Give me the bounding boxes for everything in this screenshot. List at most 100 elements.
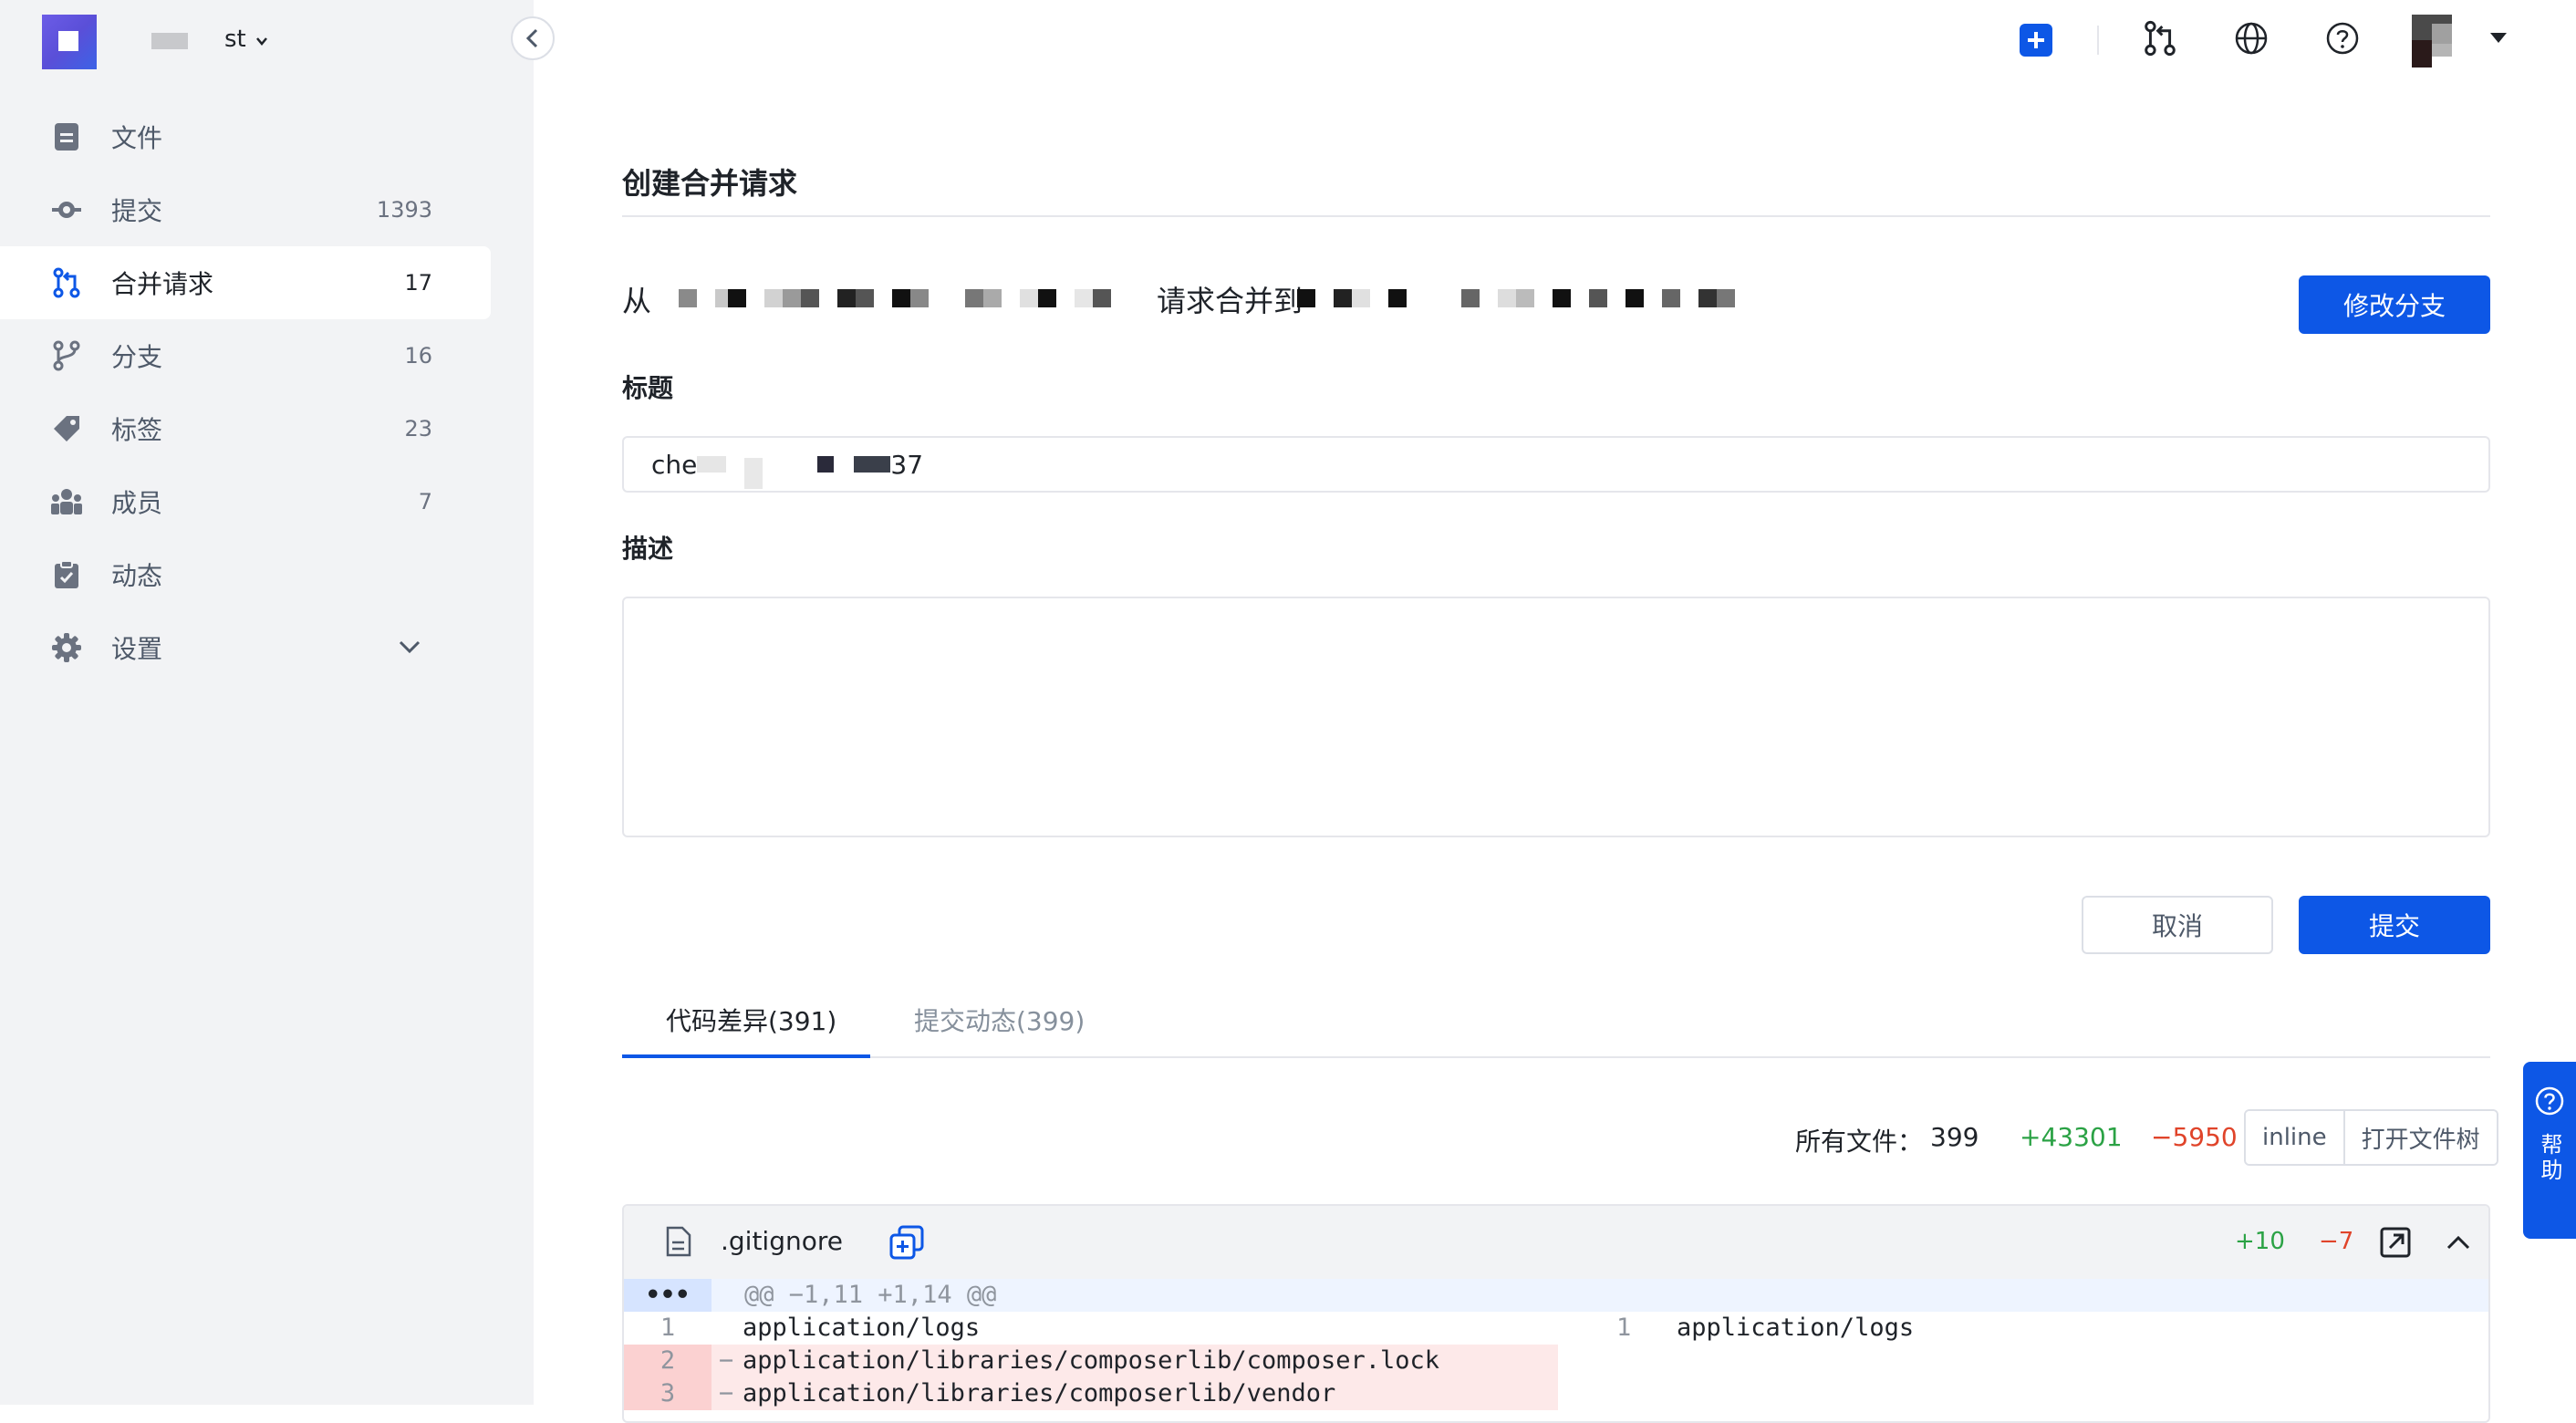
file-icon <box>666 1226 691 1257</box>
chevron-up-icon[interactable] <box>2445 1230 2472 1257</box>
project-switcher[interactable]: st <box>224 26 246 53</box>
diff-code: ••• @@ −1,11 +1,14 @@ 1 application/logs… <box>624 1279 2488 1410</box>
sidebar-item-label: 分支 <box>111 342 163 372</box>
expand-lines-button[interactable]: ••• <box>624 1279 712 1312</box>
help-float-label: 帮助 <box>2537 1133 2562 1184</box>
diff-line: 1 application/logs 1 application/logs <box>624 1312 2488 1345</box>
avatar[interactable] <box>2412 15 2452 68</box>
sidebar-item-count: 7 <box>418 489 432 514</box>
tag-icon <box>51 413 82 444</box>
merge-request-icon <box>51 267 82 298</box>
app-logo[interactable] <box>42 15 97 69</box>
sidebar-item-branches[interactable]: 分支 16 <box>0 319 491 392</box>
sidebar-item-label: 设置 <box>111 634 163 664</box>
sidebar: st 文件 提交 1393 合并请求 17 分支 16 标签 23 成员 7 动… <box>0 0 534 1405</box>
left-line-number: 2 <box>624 1345 712 1377</box>
title-value-suffix: 37 <box>890 449 924 480</box>
inline-view-toggle[interactable]: inline <box>2246 1111 2343 1164</box>
sidebar-item-label: 成员 <box>111 488 163 518</box>
hunk-header: @@ −1,11 +1,14 @@ <box>744 1281 997 1309</box>
left-code-text: application/logs <box>743 1314 981 1342</box>
title-input[interactable]: che 37 <box>622 436 2490 493</box>
caret-down-icon[interactable] <box>2490 33 2507 43</box>
chevron-left-icon <box>525 28 538 48</box>
merge-requests-shortcut[interactable] <box>2142 20 2178 57</box>
sidebar-item-label: 提交 <box>111 196 163 226</box>
view-controls: inline 打开文件树 <box>2244 1109 2498 1166</box>
sidebar-item-count: 17 <box>404 270 432 296</box>
sidebar-nav: 文件 提交 1393 合并请求 17 分支 16 标签 23 成员 7 动态 设… <box>0 100 534 684</box>
file-additions: +10 <box>2235 1228 2285 1255</box>
file-count: 399 <box>1930 1122 1979 1152</box>
total-deletions: −5950 <box>2151 1122 2238 1152</box>
left-code-text: application/libraries/composerlib/vendor <box>743 1379 1336 1407</box>
plus-icon <box>2028 32 2044 48</box>
right-line-number: 1 <box>1616 1314 1632 1342</box>
help-icon <box>2326 22 2359 55</box>
tabs: 代码差异(391) 提交动态(399) <box>622 985 2490 1058</box>
sidebar-item-label: 文件 <box>111 123 163 153</box>
sidebar-item-files[interactable]: 文件 <box>0 100 491 173</box>
help-button[interactable] <box>2324 20 2361 57</box>
right-code-text: application/logs <box>1677 1314 1915 1342</box>
sidebar-item-merge-requests[interactable]: 合并请求 17 <box>0 246 491 319</box>
create-new-button[interactable] <box>2020 24 2052 57</box>
left-code-text: application/libraries/composerlib/compos… <box>743 1346 1440 1375</box>
sidebar-item-count: 23 <box>404 416 432 441</box>
source-branch-name <box>679 289 1111 307</box>
tab-code-diff[interactable]: 代码差异(391) <box>666 1002 836 1038</box>
to-label: 请求合并到 <box>1157 284 1304 318</box>
members-icon <box>51 486 82 517</box>
page-title: 创建合并请求 <box>622 166 798 201</box>
merge-request-icon <box>2145 20 2176 57</box>
copy-icon[interactable] <box>888 1224 925 1261</box>
diff-file-panel: .gitignore +10 −7 ••• @@ −1,11 +1,14 @@ … <box>622 1204 2490 1423</box>
chevron-down-icon[interactable] <box>255 35 268 47</box>
all-files-label: 所有文件： <box>1795 1127 1924 1157</box>
submit-button[interactable]: 提交 <box>2299 896 2490 954</box>
description-label: 描述 <box>622 534 674 564</box>
language-button[interactable] <box>2233 20 2270 57</box>
tab-commit-activity[interactable]: 提交动态(399) <box>914 1002 1085 1038</box>
help-float-button[interactable]: 帮助 <box>2523 1062 2576 1239</box>
globe-icon <box>2235 22 2268 55</box>
total-additions: +43301 <box>2020 1122 2123 1152</box>
cancel-button[interactable]: 取消 <box>2082 896 2273 954</box>
sidebar-item-label: 动态 <box>111 561 163 591</box>
sidebar-item-label: 合并请求 <box>111 269 214 299</box>
sidebar-item-label: 标签 <box>111 415 163 445</box>
activity-icon <box>51 559 82 590</box>
diff-line-deleted: 3 − application/libraries/composerlib/ve… <box>624 1377 2488 1410</box>
topbar-divider <box>2097 26 2099 55</box>
collapse-sidebar-button[interactable] <box>511 16 555 60</box>
expand-icon[interactable] <box>2379 1226 2412 1259</box>
sidebar-item-commits[interactable]: 提交 1393 <box>0 173 491 246</box>
active-tab-indicator <box>622 1054 870 1058</box>
target-branch-name <box>1297 289 1735 307</box>
diff-file-name: .gitignore <box>721 1226 843 1256</box>
help-icon <box>2535 1086 2564 1116</box>
commit-icon <box>51 194 82 225</box>
left-line-number: 3 <box>624 1377 712 1410</box>
gear-icon <box>51 632 82 663</box>
open-file-tree-button[interactable]: 打开文件树 <box>2342 1111 2497 1164</box>
chevron-down-icon[interactable] <box>398 639 421 655</box>
diff-file-header[interactable]: .gitignore +10 −7 <box>624 1206 2488 1281</box>
branch-icon <box>51 340 82 371</box>
divider <box>622 215 2490 217</box>
title-label: 标题 <box>622 373 674 403</box>
sidebar-item-settings[interactable]: 设置 <box>0 611 491 684</box>
sidebar-item-members[interactable]: 成员 7 <box>0 465 491 538</box>
sidebar-item-count: 1393 <box>376 197 432 223</box>
sidebar-item-count: 16 <box>404 343 432 369</box>
description-textarea[interactable] <box>622 597 2490 837</box>
sidebar-item-tags[interactable]: 标签 23 <box>0 392 491 465</box>
project-avatar-mosaic <box>151 33 188 49</box>
project-name: st <box>224 26 246 53</box>
line-marker: − <box>719 1379 734 1407</box>
diff-line-deleted: 2 − application/libraries/composerlib/co… <box>624 1345 2488 1377</box>
sidebar-item-activity[interactable]: 动态 <box>0 538 491 611</box>
change-branch-button[interactable]: 修改分支 <box>2299 275 2490 334</box>
file-deletions: −7 <box>2319 1228 2354 1255</box>
line-marker: − <box>719 1346 734 1375</box>
